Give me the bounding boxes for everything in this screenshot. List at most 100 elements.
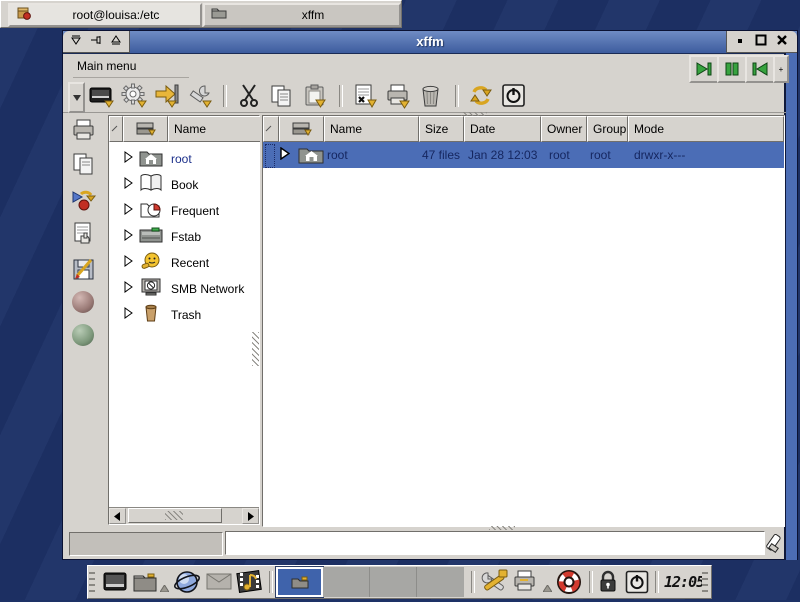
side-sphere-green-icon[interactable] (72, 324, 94, 346)
book-icon (139, 173, 163, 198)
header-name[interactable]: Name (324, 116, 419, 142)
tree-item-root[interactable]: root (109, 146, 259, 172)
close-icon[interactable] (776, 33, 788, 51)
expander-icon[interactable] (123, 280, 133, 298)
main-menu[interactable]: Main menu (77, 59, 136, 73)
settings-gear-button[interactable] (120, 82, 148, 110)
panel-left-handle[interactable] (89, 568, 95, 594)
taskbar-button-label: root@louisa:/etc (32, 8, 200, 22)
filelist-corner-button[interactable] (263, 116, 279, 142)
panel-quit-power-icon[interactable] (625, 570, 649, 599)
panel-multimedia-icon[interactable] (236, 569, 264, 600)
cut-button[interactable] (235, 82, 263, 110)
toolbar-separator (455, 85, 459, 107)
taskbar-button-xffm[interactable]: xffm (203, 3, 401, 27)
panel-tools-icon[interactable] (480, 568, 510, 601)
tools-wrench-button[interactable] (186, 82, 214, 110)
tree-name-header[interactable]: Name (168, 116, 261, 142)
exit-power-button[interactable] (500, 82, 528, 110)
drive-icon (139, 225, 163, 250)
expander-icon[interactable] (123, 306, 133, 324)
toolbar-overflow-button[interactable] (68, 82, 85, 113)
tree-icon-column-header[interactable] (123, 116, 168, 142)
go-to-button[interactable] (153, 82, 181, 110)
chalk-icon[interactable] (763, 532, 783, 559)
tree-item-frequent[interactable]: Frequent (109, 198, 259, 224)
reload-button[interactable] (467, 82, 495, 110)
side-save-icon[interactable] (71, 256, 97, 287)
panel-right-handle[interactable] (702, 568, 708, 594)
tree-item-book[interactable]: Book (109, 172, 259, 198)
file-row-root[interactable]: root 47 files Jan 28 12:03 root root drw… (263, 142, 784, 168)
window-right-border (784, 53, 797, 560)
scripts-button[interactable] (351, 82, 379, 110)
expander-icon[interactable] (123, 202, 133, 220)
tree-hscrollbar[interactable] (109, 507, 259, 524)
print-button[interactable] (384, 82, 412, 110)
panel-filemanager-icon[interactable] (132, 569, 158, 600)
tree-header-label: Name (174, 122, 206, 136)
header-size[interactable]: Size (419, 116, 464, 142)
tree-item-smb[interactable]: SMB Network (109, 276, 259, 302)
header-owner[interactable]: Owner (541, 116, 587, 142)
header-group[interactable]: Group (587, 116, 628, 142)
panel-print-icon[interactable] (512, 569, 538, 600)
panel-terminal-icon[interactable] (102, 569, 128, 600)
expander-icon[interactable] (123, 228, 133, 246)
panel-separator (589, 571, 593, 593)
tree-item-trash[interactable]: Trash (109, 302, 259, 328)
panel-clock[interactable]: 12:05 (664, 573, 704, 591)
paste-button[interactable] (301, 82, 329, 110)
cell-size: 47 files (422, 148, 460, 162)
scrollbar-thumb[interactable] (128, 508, 222, 523)
tree-corner-button[interactable] (109, 116, 123, 142)
scroll-right-button[interactable] (242, 508, 259, 524)
pager-desktop-1-active[interactable] (276, 567, 323, 597)
panel-lock-icon[interactable] (597, 570, 619, 599)
pager-desktop-2[interactable] (323, 567, 370, 597)
minimize-icon[interactable] (736, 33, 746, 51)
pager-desktop-4[interactable] (417, 567, 464, 597)
cell-owner: root (549, 148, 570, 162)
filelist-icon-column-header[interactable] (279, 116, 324, 142)
bottom-panel: 12:05 (87, 565, 712, 599)
side-sphere-red-icon[interactable] (72, 291, 94, 313)
side-copy-icon[interactable] (71, 151, 97, 182)
home-folder-icon (298, 144, 324, 167)
shade-icon[interactable] (110, 33, 122, 51)
panel-popup-arrow-icon[interactable] (543, 579, 552, 597)
titlebar-right-tab (726, 31, 797, 53)
command-entry[interactable] (225, 531, 765, 555)
tree-resize-grip[interactable] (252, 332, 259, 366)
side-run-icon[interactable] (71, 186, 97, 217)
workspace-pager (276, 567, 464, 597)
copy-button[interactable] (268, 82, 296, 110)
maximize-icon[interactable] (755, 33, 767, 51)
tree-item-recent[interactable]: Recent (109, 250, 259, 276)
tree-item-fstab[interactable]: Fstab (109, 224, 259, 250)
stick-pin-icon[interactable] (90, 33, 103, 51)
panel-help-lifering-icon[interactable] (554, 567, 584, 602)
expander-icon[interactable] (279, 147, 290, 163)
panel-separator (655, 571, 659, 593)
panel-popup-arrow-icon[interactable] (160, 579, 169, 597)
pager-desktop-3[interactable] (370, 567, 417, 597)
side-open-with-icon[interactable] (71, 221, 97, 252)
expander-icon[interactable] (123, 254, 133, 272)
panel-mail-icon[interactable] (206, 573, 232, 596)
window-menu-icon[interactable] (70, 33, 82, 51)
progress-area (69, 532, 223, 556)
scroll-left-button[interactable] (109, 508, 126, 524)
trash-cup-icon (139, 303, 163, 328)
expander-icon[interactable] (123, 176, 133, 194)
header-label: Name (330, 122, 362, 136)
header-mode[interactable]: Mode (628, 116, 784, 142)
panel-browser-globe-icon[interactable] (172, 568, 202, 601)
titlebar[interactable]: xffm (63, 31, 797, 54)
taskbar-button-terminal[interactable]: root@louisa:/etc (8, 3, 202, 27)
expander-icon[interactable] (123, 150, 133, 168)
side-print-icon[interactable] (71, 118, 97, 149)
terminal-button[interactable] (87, 82, 115, 110)
trash-button[interactable] (417, 82, 445, 110)
header-date[interactable]: Date (464, 116, 541, 142)
